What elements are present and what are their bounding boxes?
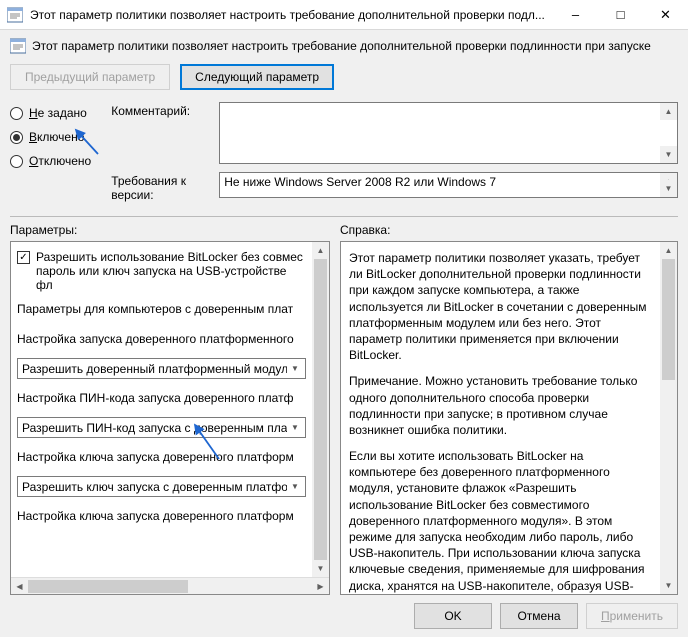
- options-label: Параметры:: [10, 223, 330, 241]
- comment-label: Комментарий:: [111, 102, 211, 118]
- help-text: Этот параметр политики позволяет указать…: [341, 242, 677, 594]
- radio-disabled[interactable]: Отключено: [10, 154, 91, 168]
- maximize-button[interactable]: □: [598, 0, 643, 30]
- options-vscroll[interactable]: ▲ ▼: [312, 242, 329, 577]
- allow-without-tpm-checkbox-row[interactable]: ✓ Разрешить использование BitLocker без …: [11, 242, 312, 294]
- requirements-label: Требования к версии:: [111, 172, 211, 202]
- comment-row: Комментарий: ▲ ▼: [111, 102, 678, 164]
- tpm-startup-dropdown[interactable]: Разрешить доверенный платформенный модул…: [17, 358, 306, 379]
- radio-not-configured[interactable]: Не задано: [10, 106, 91, 120]
- scroll-down-icon[interactable]: ▼: [660, 180, 677, 197]
- ok-button[interactable]: OK: [414, 603, 492, 629]
- radio-label: Не задано: [29, 106, 87, 120]
- checkbox-label: Разрешить использование BitLocker без со…: [36, 250, 306, 292]
- help-label: Справка:: [340, 223, 678, 241]
- state-radios: Не задано Включено Отключено: [10, 102, 91, 202]
- help-panel: Этот параметр политики позволяет указать…: [340, 241, 678, 595]
- radio-indicator: [10, 155, 23, 168]
- dropdown-value: Разрешить ПИН-код запуска с доверенным п…: [22, 421, 287, 435]
- scroll-thumb[interactable]: [314, 259, 327, 560]
- scroll-thumb[interactable]: [662, 259, 675, 380]
- apply-button: Применить: [586, 603, 678, 629]
- radio-label: Включено: [29, 130, 84, 144]
- chevron-down-icon: ▼: [287, 364, 303, 373]
- requirements-row: Требования к версии: Не ниже Windows Ser…: [111, 172, 678, 202]
- tpm-pin-dropdown-wrap: Разрешить ПИН-код запуска с доверенным п…: [11, 413, 312, 442]
- titlebar: Этот параметр политики позволяет настрои…: [0, 0, 688, 30]
- tpm-pin-label: Настройка ПИН-кода запуска доверенного п…: [11, 383, 312, 413]
- scroll-up-icon[interactable]: ▲: [660, 242, 677, 259]
- divider: [10, 216, 678, 217]
- help-paragraph: Если вы хотите использовать BitLocker на…: [349, 448, 653, 594]
- comment-text: [220, 103, 677, 107]
- close-button[interactable]: ✕: [643, 0, 688, 30]
- chevron-down-icon: ▼: [287, 482, 303, 491]
- scroll-up-icon[interactable]: ▲: [660, 103, 677, 120]
- cancel-button[interactable]: Отмена: [500, 603, 578, 629]
- requirements-textbox: Не ниже Windows Server 2008 R2 или Windo…: [219, 172, 678, 198]
- help-paragraph: Примечание. Можно установить требование …: [349, 373, 653, 438]
- tpm-keypin-label: Настройка ключа запуска доверенного плат…: [11, 501, 312, 531]
- tpm-key-label: Настройка ключа запуска доверенного плат…: [11, 442, 312, 472]
- scroll-left-icon[interactable]: ◀: [11, 578, 28, 595]
- radio-indicator: [10, 131, 23, 144]
- scroll-track[interactable]: [28, 578, 312, 595]
- tpm-pin-dropdown[interactable]: Разрешить ПИН-код запуска с доверенным п…: [17, 417, 306, 438]
- scroll-down-icon[interactable]: ▼: [312, 560, 329, 577]
- chevron-down-icon: ▼: [287, 423, 303, 432]
- policy-header-text: Этот параметр политики позволяет настрои…: [32, 39, 651, 53]
- window-title: Этот параметр политики позволяет настрои…: [30, 8, 553, 22]
- tpm-key-dropdown[interactable]: Разрешить ключ запуска с доверенным плат…: [17, 476, 306, 497]
- scroll-thumb[interactable]: [28, 580, 188, 593]
- options-hscroll[interactable]: ◀ ▶: [11, 577, 329, 594]
- options-group-label: Параметры для компьютеров с доверенным п…: [11, 294, 312, 324]
- scroll-track[interactable]: [312, 259, 329, 560]
- panel-labels: Параметры: Справка:: [10, 223, 678, 241]
- scroll-track[interactable]: [660, 259, 677, 577]
- dropdown-value: Разрешить доверенный платформенный модул…: [22, 362, 287, 376]
- state-and-fields: Не задано Включено Отключено Комментарий…: [10, 98, 678, 210]
- options-body: ✓ Разрешить использование BitLocker без …: [11, 242, 329, 577]
- help-body: Этот параметр политики позволяет указать…: [341, 242, 677, 594]
- prev-setting-button: Предыдущий параметр: [10, 64, 170, 90]
- tpm-startup-dropdown-wrap: Разрешить доверенный платформенный модул…: [11, 354, 312, 383]
- scroll-down-icon[interactable]: ▼: [660, 577, 677, 594]
- app-icon: [0, 7, 30, 23]
- scroll-up-icon[interactable]: ▲: [312, 242, 329, 259]
- help-vscroll[interactable]: ▲ ▼: [660, 242, 677, 594]
- radio-indicator: [10, 107, 23, 120]
- checkbox-icon: ✓: [17, 251, 30, 264]
- content-area: Этот параметр политики позволяет настрои…: [0, 30, 688, 637]
- options-list: ✓ Разрешить использование BitLocker без …: [11, 242, 329, 531]
- footer-buttons: OK Отмена Применить: [10, 595, 678, 629]
- panels: ✓ Разрешить использование BitLocker без …: [10, 241, 678, 595]
- policy-header: Этот параметр политики позволяет настрои…: [10, 36, 678, 60]
- scroll-right-icon[interactable]: ▶: [312, 578, 329, 595]
- tpm-key-dropdown-wrap: Разрешить ключ запуска с доверенным плат…: [11, 472, 312, 501]
- tpm-startup-label: Настройка запуска доверенного платформен…: [11, 324, 312, 354]
- requirements-text: Не ниже Windows Server 2008 R2 или Windo…: [220, 173, 677, 191]
- scroll-down-icon[interactable]: ▼: [660, 146, 677, 163]
- fields: Комментарий: ▲ ▼ Требования к версии: Не…: [111, 102, 678, 202]
- radio-enabled[interactable]: Включено: [10, 130, 91, 144]
- document-icon: [10, 38, 26, 54]
- radio-label: Отключено: [29, 154, 91, 168]
- minimize-button[interactable]: –: [553, 0, 598, 30]
- dropdown-value: Разрешить ключ запуска с доверенным плат…: [22, 480, 287, 494]
- next-setting-button[interactable]: Следующий параметр: [180, 64, 334, 90]
- comment-textbox[interactable]: ▲ ▼: [219, 102, 678, 164]
- options-panel: ✓ Разрешить использование BitLocker без …: [10, 241, 330, 595]
- help-paragraph: Этот параметр политики позволяет указать…: [349, 250, 653, 363]
- nav-buttons: Предыдущий параметр Следующий параметр: [10, 60, 678, 98]
